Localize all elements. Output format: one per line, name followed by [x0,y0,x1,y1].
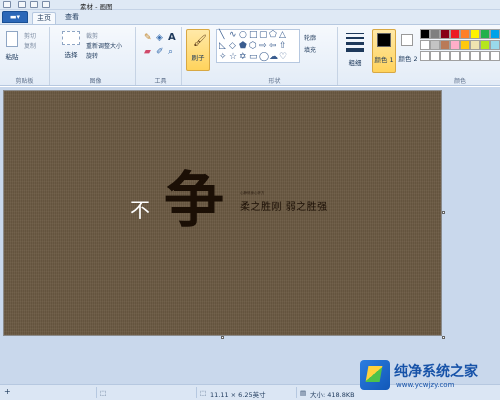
palette-color-swatch[interactable] [490,29,500,39]
palette-color-swatch[interactable] [480,51,490,61]
ribbon: 粘贴 剪切 复制 剪贴板 选择 裁剪 重新调整大小 旋转 图像 ✎ ◈ A ▰ … [0,24,500,86]
palette-color-swatch[interactable] [460,51,470,61]
rotate-button[interactable]: 旋转 [86,51,98,60]
color2-label: 颜色 2 [398,55,418,63]
resize-button[interactable]: 重新调整大小 [86,41,122,50]
palette-color-swatch[interactable] [430,51,440,61]
color2-button[interactable]: 颜色 2 [398,29,418,73]
color1-button[interactable]: 颜色 1 [372,29,396,73]
file-size-icon: ▤ [300,389,307,397]
clipboard-group: 粘贴 剪切 复制 剪贴板 [0,27,50,85]
color1-label: 颜色 1 [374,56,394,64]
redo-icon[interactable] [42,1,50,8]
palette-color-swatch[interactable] [440,40,450,50]
canvas-motto: 柔之胜刚 弱之胜强 [240,202,328,213]
tab-home[interactable]: 主页 [32,12,56,24]
fill-bucket-icon[interactable]: ◈ [156,33,163,43]
palette-color-swatch[interactable] [490,51,500,61]
size-line-medium [346,37,364,39]
canvas-small-print: 心静修身心怀方 [240,191,265,195]
tools-group: ✎ ◈ A ▰ ✐ ⌕ 工具 [140,27,182,85]
size-line-thin [346,33,364,34]
palette-color-swatch[interactable] [450,29,460,39]
colors-group-label: 颜色 [453,78,466,85]
canvas-workspace[interactable]: 不 争 心静修身心怀方 柔之胜刚 弱之胜强 [0,87,500,384]
brushes-button[interactable]: 🖌 刷子 [186,29,210,71]
palette-color-swatch[interactable] [490,40,500,50]
paste-icon[interactable] [6,31,18,47]
selection-size-icon: ⬚ [100,389,107,397]
resize-handle-corner[interactable] [442,336,445,339]
brushes-label: 刷子 [191,54,205,62]
copy-button[interactable]: 复制 [24,41,36,50]
color-picker-icon[interactable]: ✐ [156,47,164,57]
palette-color-swatch[interactable] [450,51,460,61]
cursor-position-icon: + [4,387,11,396]
pencil-icon[interactable]: ✎ [144,33,152,43]
size-group: 粗细 [340,27,370,85]
title-bar: 素材 - 画图 [0,0,500,11]
ribbon-tabs: ▬▾ 主页 查看 [0,10,500,24]
palette-color-swatch[interactable] [430,40,440,50]
file-size: 大小: 418.8KB [310,391,355,399]
palette-color-swatch[interactable] [430,29,440,39]
select-button[interactable]: 选择 [58,49,84,59]
watermark-url: www.ycwjzy.com [396,381,455,389]
image-group: 选择 裁剪 重新调整大小 旋转 图像 [56,27,136,85]
canvas-size-icon: ⬚ [200,389,207,397]
canvas-char-bu: 不 [130,198,150,222]
canvas-dimensions: 11.11 × 6.25英寸 [210,391,266,399]
drawing-canvas[interactable]: 不 争 心静修身心怀方 柔之胜刚 弱之胜强 [3,90,442,336]
paste-button[interactable]: 粘贴 [2,51,22,61]
palette-color-swatch[interactable] [480,29,490,39]
image-group-label: 图像 [89,78,102,85]
palette-color-swatch[interactable] [440,51,450,61]
palette-color-swatch[interactable] [460,40,470,50]
watermark: 纯净系统之家 www.ycwjzy.com [360,355,500,400]
palette-color-swatch[interactable] [450,40,460,50]
palette-color-swatch[interactable] [480,40,490,50]
select-icon[interactable] [62,31,80,45]
color1-swatch [377,33,391,47]
canvas-char-zheng: 争 [164,166,224,236]
palette-color-swatch[interactable] [460,29,470,39]
file-menu-button[interactable]: ▬▾ [2,11,28,23]
save-icon[interactable] [18,1,26,8]
tab-view[interactable]: 查看 [60,12,84,24]
clipboard-group-label: 剪贴板 [15,78,34,85]
cut-button[interactable]: 剪切 [24,31,36,40]
status-separator [196,387,197,398]
shapes-group: 形状 [212,27,338,85]
eraser-icon[interactable]: ▰ [144,47,151,57]
brush-icon: 🖌 [193,34,207,47]
palette-color-swatch[interactable] [420,29,430,39]
palette-color-swatch[interactable] [470,29,480,39]
watermark-name: 纯净系统之家 [394,364,478,380]
palette-color-swatch[interactable] [420,40,430,50]
palette-color-swatch[interactable] [470,40,480,50]
size-line-thick [346,42,364,45]
paint-app-icon[interactable] [3,1,11,8]
magnifier-icon[interactable]: ⌕ [168,47,173,57]
size-line-thickest [346,48,364,52]
color2-swatch [401,34,413,46]
resize-handle-bottom[interactable] [221,336,224,339]
status-separator [96,387,97,398]
text-tool-icon[interactable]: A [168,32,176,43]
watermark-logo-icon [360,360,390,390]
palette-color-swatch[interactable] [440,29,450,39]
palette-color-swatch[interactable] [470,51,480,61]
color-palette [420,29,500,69]
status-separator [296,387,297,398]
shapes-group-label: 形状 [268,78,281,85]
palette-color-swatch[interactable] [420,51,430,61]
undo-icon[interactable] [30,1,38,8]
size-button[interactable]: 粗细 [344,57,366,67]
tools-group-label: 工具 [154,78,167,85]
crop-button[interactable]: 裁剪 [86,31,98,40]
resize-handle-right[interactable] [442,211,445,214]
